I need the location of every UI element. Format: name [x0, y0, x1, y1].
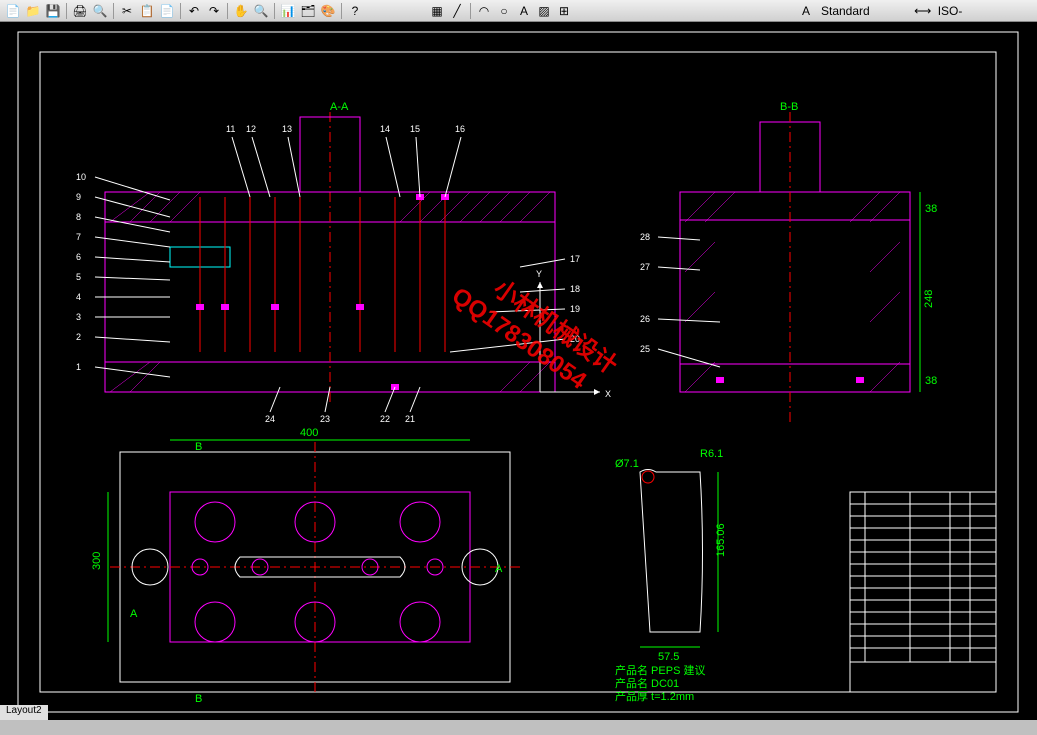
- pan-icon[interactable]: ✋: [232, 2, 250, 20]
- svg-text:27: 27: [640, 262, 650, 272]
- svg-text:23: 23: [320, 414, 330, 424]
- zoom-icon[interactable]: 🔍: [252, 2, 270, 20]
- svg-text:26: 26: [640, 314, 650, 324]
- properties-icon[interactable]: 📊: [279, 2, 297, 20]
- svg-text:22: 22: [380, 414, 390, 424]
- title-block: [850, 492, 996, 692]
- preview-icon[interactable]: 🔍: [91, 2, 109, 20]
- svg-text:38: 38: [925, 203, 937, 215]
- undo-icon[interactable]: ↶: [185, 2, 203, 20]
- cad-drawing: A-A B-B: [0, 22, 1037, 720]
- svg-text:产品名 PEPS 建议: 产品名 PEPS 建议: [615, 663, 705, 677]
- print-icon[interactable]: 🖨: [71, 2, 89, 20]
- leaders-top: 11 12 13 14 15 16: [226, 124, 465, 197]
- designcenter-icon[interactable]: 🗂: [299, 2, 317, 20]
- new-icon[interactable]: 📄: [4, 2, 22, 20]
- copy-icon[interactable]: 📋: [138, 2, 156, 20]
- svg-text:产品名 DC01: 产品名 DC01: [615, 676, 679, 690]
- block-icon[interactable]: ▦: [428, 2, 446, 20]
- redo-icon[interactable]: ↷: [205, 2, 223, 20]
- svg-text:7: 7: [76, 232, 81, 242]
- svg-text:B: B: [195, 441, 202, 453]
- svg-text:3: 3: [76, 312, 81, 322]
- dimstyle-dropdown[interactable]: ISO-: [938, 4, 963, 18]
- leaders-bottom: 24 23 22 21: [265, 387, 420, 424]
- dimstyle-icon[interactable]: ⟷: [914, 2, 932, 20]
- paste-icon[interactable]: 📄: [158, 2, 176, 20]
- drawing-area[interactable]: A-A B-B: [0, 22, 1037, 720]
- material-notes: 产品名 PEPS 建议 产品名 DC01 产品厚 t=1.2mm: [615, 663, 705, 703]
- svg-text:12: 12: [246, 124, 256, 134]
- cut-icon[interactable]: ✂: [118, 2, 136, 20]
- svg-text:28: 28: [640, 232, 650, 242]
- svg-text:16: 16: [455, 124, 465, 134]
- svg-text:9: 9: [76, 192, 81, 202]
- watermark: 小林机械设计 QQ178308054: [447, 258, 622, 404]
- drawing-border-inner: [40, 52, 996, 692]
- textstyle-dropdown[interactable]: Standard: [821, 4, 870, 18]
- svg-text:18: 18: [570, 284, 580, 294]
- svg-text:10: 10: [76, 172, 86, 182]
- svg-text:165.06: 165.06: [715, 523, 727, 557]
- save-icon[interactable]: 💾: [44, 2, 62, 20]
- svg-text:6: 6: [76, 252, 81, 262]
- circle-icon[interactable]: ○: [495, 2, 513, 20]
- svg-text:B: B: [195, 693, 202, 705]
- svg-text:24: 24: [265, 414, 275, 424]
- svg-text:11: 11: [226, 124, 235, 134]
- svg-text:25: 25: [640, 344, 650, 354]
- textstyle-icon[interactable]: A: [797, 2, 815, 20]
- svg-text:产品厚 t=1.2mm: 产品厚 t=1.2mm: [615, 689, 694, 703]
- svg-text:15: 15: [410, 124, 420, 134]
- section-aa-view: [105, 112, 555, 402]
- line-icon[interactable]: ╱: [448, 2, 466, 20]
- svg-text:21: 21: [405, 414, 415, 424]
- svg-text:57.5: 57.5: [658, 651, 679, 663]
- svg-text:19: 19: [570, 304, 580, 314]
- section-bb-label: B-B: [780, 101, 798, 113]
- svg-text:5: 5: [76, 272, 81, 282]
- svg-text:X: X: [605, 389, 611, 399]
- svg-text:17: 17: [570, 254, 580, 264]
- hatch-icon[interactable]: ▨: [535, 2, 553, 20]
- plan-view: 400 300 A A B B: [91, 427, 520, 705]
- svg-text:248: 248: [923, 290, 935, 308]
- svg-text:400: 400: [300, 427, 318, 439]
- help-icon[interactable]: ?: [346, 2, 364, 20]
- table-icon[interactable]: ⊞: [555, 2, 573, 20]
- svg-text:8: 8: [76, 212, 81, 222]
- svg-text:13: 13: [282, 124, 292, 134]
- svg-text:Y: Y: [536, 269, 542, 279]
- toolpalette-icon[interactable]: 🎨: [319, 2, 337, 20]
- section-bb-view: 28 27 26 25 38 248 38: [640, 112, 937, 422]
- leaders-left: 10 9 8 7 6 5 4 3 2 1: [76, 172, 170, 377]
- svg-text:A: A: [130, 608, 138, 620]
- text-icon[interactable]: A: [515, 2, 533, 20]
- svg-text:1: 1: [76, 362, 81, 372]
- svg-text:R6.1: R6.1: [700, 448, 723, 460]
- svg-text:38: 38: [925, 375, 937, 387]
- part-detail: 165.06 57.5 Ø7.1 R6.1: [615, 448, 727, 663]
- svg-text:14: 14: [380, 124, 390, 134]
- section-aa-label: A-A: [330, 101, 349, 113]
- layout-tab[interactable]: Layout2: [0, 705, 48, 720]
- open-icon[interactable]: 📁: [24, 2, 42, 20]
- svg-text:2: 2: [76, 332, 81, 342]
- svg-text:Ø7.1: Ø7.1: [615, 458, 639, 470]
- drawing-border-outer: [18, 32, 1018, 712]
- svg-text:300: 300: [91, 552, 103, 570]
- arc-icon[interactable]: ◠: [475, 2, 493, 20]
- svg-text:A: A: [495, 563, 503, 575]
- svg-text:4: 4: [76, 292, 81, 302]
- main-toolbar: 📄 📁 💾 🖨 🔍 ✂ 📋 📄 ↶ ↷ ✋ 🔍 📊 🗂 🎨 ? ▦ ╱ ◠ ○ …: [0, 0, 1037, 22]
